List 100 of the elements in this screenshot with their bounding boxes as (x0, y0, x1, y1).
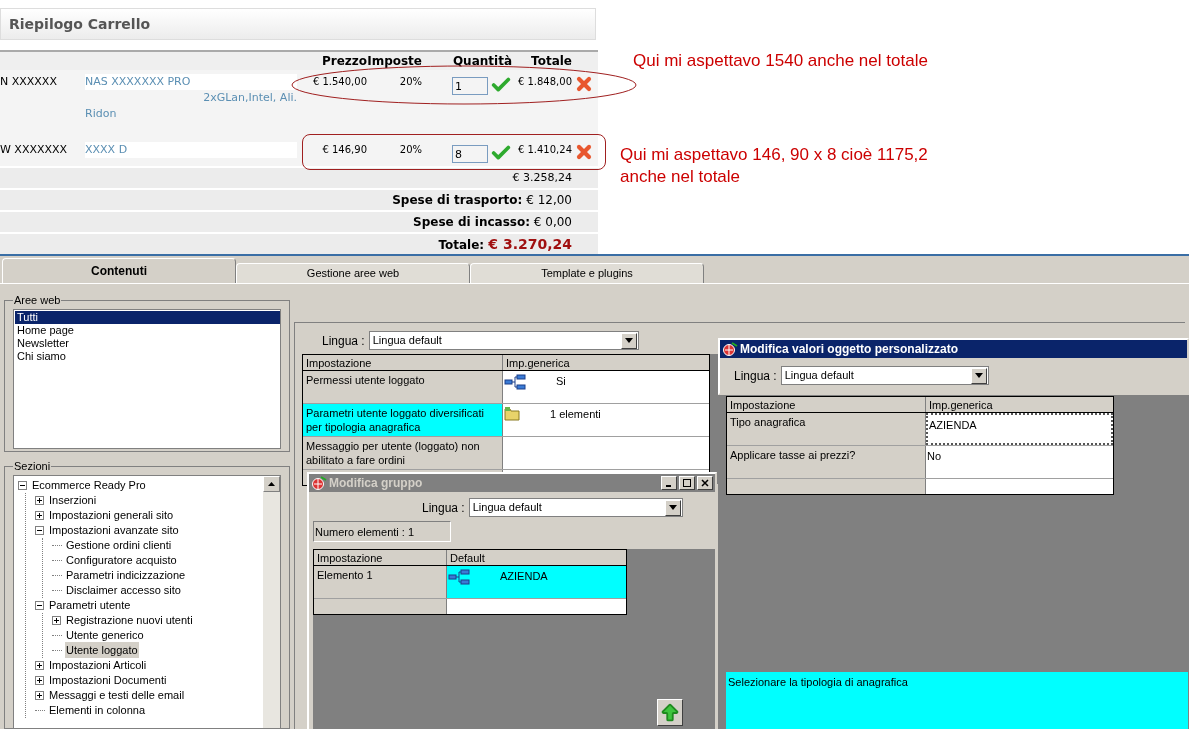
product-name[interactable]: NAS XXXXXXX PRO (85, 74, 297, 90)
tree-item[interactable]: Impostazioni generali sito (48, 506, 175, 524)
tree-item[interactable]: Elementi in colonna (48, 701, 146, 719)
setting-value-text: No (927, 449, 942, 464)
column-header: Default (449, 551, 486, 565)
expand-icon[interactable] (35, 690, 44, 700)
column-header: Imposte (367, 53, 422, 70)
setting-label[interactable]: Tipo anagrafica (727, 413, 926, 445)
caret-icon[interactable] (668, 505, 677, 510)
collapse-icon[interactable] (35, 525, 44, 535)
list-item[interactable]: Chi siamo (15, 349, 280, 363)
maximize-icon[interactable] (683, 479, 691, 487)
tree-item[interactable]: Ecommerce Ready Pro (31, 476, 147, 494)
caret-icon[interactable] (974, 373, 983, 378)
cart-title: Riepilogo Carrello (9, 14, 151, 34)
dropdown-arrow-button[interactable] (664, 499, 681, 516)
tree-item[interactable]: Utente generico (65, 626, 145, 644)
tree-item[interactable]: Impostazioni avanzate sito (48, 521, 180, 539)
tree-connector (52, 559, 62, 561)
price-cell-text: € 146,90 (321, 143, 367, 157)
annotation-text: Qui mi aspettavo 146, 90 x 8 cioè 1175,2 anche nel totale (620, 143, 929, 188)
expand-icon[interactable] (35, 675, 44, 685)
tab[interactable]: Contenuti (2, 258, 236, 283)
tree-item[interactable]: Registrazione nuovi utenti (65, 611, 194, 629)
tree-item[interactable]: Messaggi e testi delle email (48, 686, 186, 704)
setting-value-text: AZIENDA (500, 569, 548, 584)
collapse-icon[interactable] (35, 600, 44, 610)
folder-icon (504, 406, 520, 421)
remove-icon[interactable] (574, 74, 594, 94)
subtotal-value: € 3.258,24 (512, 169, 572, 186)
tree-connector (52, 589, 62, 591)
dropdown-arrow-button[interactable] (970, 367, 987, 384)
tree-item[interactable]: Inserzioni (48, 491, 98, 509)
tree-item[interactable]: Utente loggato (65, 641, 139, 659)
column-header: Totale (530, 53, 572, 70)
tree-connector (35, 709, 45, 711)
list-item[interactable]: Newsletter (15, 336, 280, 350)
tree-item[interactable]: Configuratore acquisto (65, 551, 178, 569)
total-cell-text: € 1.848,00 (516, 75, 572, 89)
column-header: Impostazione (314, 550, 447, 565)
collapse-icon[interactable] (18, 480, 27, 490)
scroll-up-icon[interactable] (268, 481, 275, 486)
column-header: Imp.generica (505, 356, 571, 370)
tree-connector (52, 634, 62, 636)
setting-label[interactable]: Elemento 1 (314, 566, 447, 598)
tree-connector (52, 649, 62, 651)
hierarchy-icon (504, 373, 526, 391)
close-icon[interactable] (701, 479, 709, 487)
quantity-input[interactable]: 1 (452, 77, 488, 95)
language-dropdown[interactable]: Lingua default (368, 331, 639, 350)
app-icon (311, 476, 327, 490)
list-item[interactable]: Home page (15, 323, 280, 337)
setting-value-text: Si (556, 374, 566, 389)
tree-item[interactable]: Impostazioni Articoli (48, 656, 148, 674)
charge-text: Spese di trasporto: € 12,00 (392, 192, 572, 209)
dropdown-arrow-button[interactable] (620, 332, 637, 349)
list-item[interactable]: Tutti (15, 310, 280, 324)
product-code: N XXXXXX (0, 75, 57, 88)
tree-item[interactable]: Disclaimer accesso sito (65, 581, 182, 599)
setting-label[interactable]: Parametri utente loggato diversificati per tipologia anagrafica (303, 404, 503, 436)
group-label: Sezioni (13, 459, 52, 474)
setting-label[interactable]: Applicare tasse ai prezzi? (727, 446, 926, 478)
minimize-button[interactable] (661, 476, 677, 490)
column-header: Imp.generica (928, 398, 994, 412)
maximize-button[interactable] (679, 476, 695, 490)
tab[interactable]: Template e plugins (470, 263, 704, 283)
up-arrow-button[interactable] (657, 699, 683, 726)
setting-label[interactable]: Permessi utente loggato (303, 371, 503, 403)
caret-icon[interactable] (624, 338, 633, 343)
language-label: Lingua : (734, 367, 777, 385)
expand-icon[interactable] (52, 615, 61, 625)
tree-item[interactable]: Gestione ordini clienti (65, 536, 173, 554)
language-dropdown[interactable]: Lingua default (780, 366, 989, 385)
remove-icon[interactable] (574, 142, 594, 162)
column-header: Quantità (451, 53, 512, 70)
tree-item[interactable]: Impostazioni Documenti (48, 671, 168, 689)
tree-item[interactable]: Parametri indicizzazione (65, 566, 187, 584)
product-name[interactable]: XXXX D (85, 142, 297, 158)
quantity-input[interactable]: 8 (452, 145, 488, 163)
setting-value[interactable]: AZIENDA (447, 566, 626, 598)
price-cell-text: € 1.540,00 (311, 75, 367, 89)
language-label: Lingua : (422, 499, 465, 517)
setting-label[interactable]: Messaggio per utente (loggato) non abilitato a fare ordini (303, 437, 503, 469)
language-label: Lingua : (322, 332, 365, 350)
tax-cell-text: 20% (398, 143, 422, 157)
close-button[interactable] (697, 476, 713, 490)
scrollbar[interactable] (263, 475, 280, 728)
column-header: Prezzo (320, 53, 367, 70)
expand-icon[interactable] (35, 510, 44, 520)
setting-value-text: AZIENDA (929, 418, 977, 433)
tree-item[interactable]: Parametri utente (48, 596, 132, 614)
tree-connector (52, 574, 62, 576)
tree-connector (52, 544, 62, 546)
tab[interactable]: Gestione aree web (236, 263, 470, 283)
total-cell-text: € 1.410,24 (516, 143, 572, 157)
column-header: Impostazione (727, 397, 926, 412)
expand-icon[interactable] (35, 495, 44, 505)
description-box: Selezionare la tipologia di anagrafica (725, 671, 1189, 729)
language-dropdown[interactable]: Lingua default (468, 498, 683, 517)
expand-icon[interactable] (35, 660, 44, 670)
